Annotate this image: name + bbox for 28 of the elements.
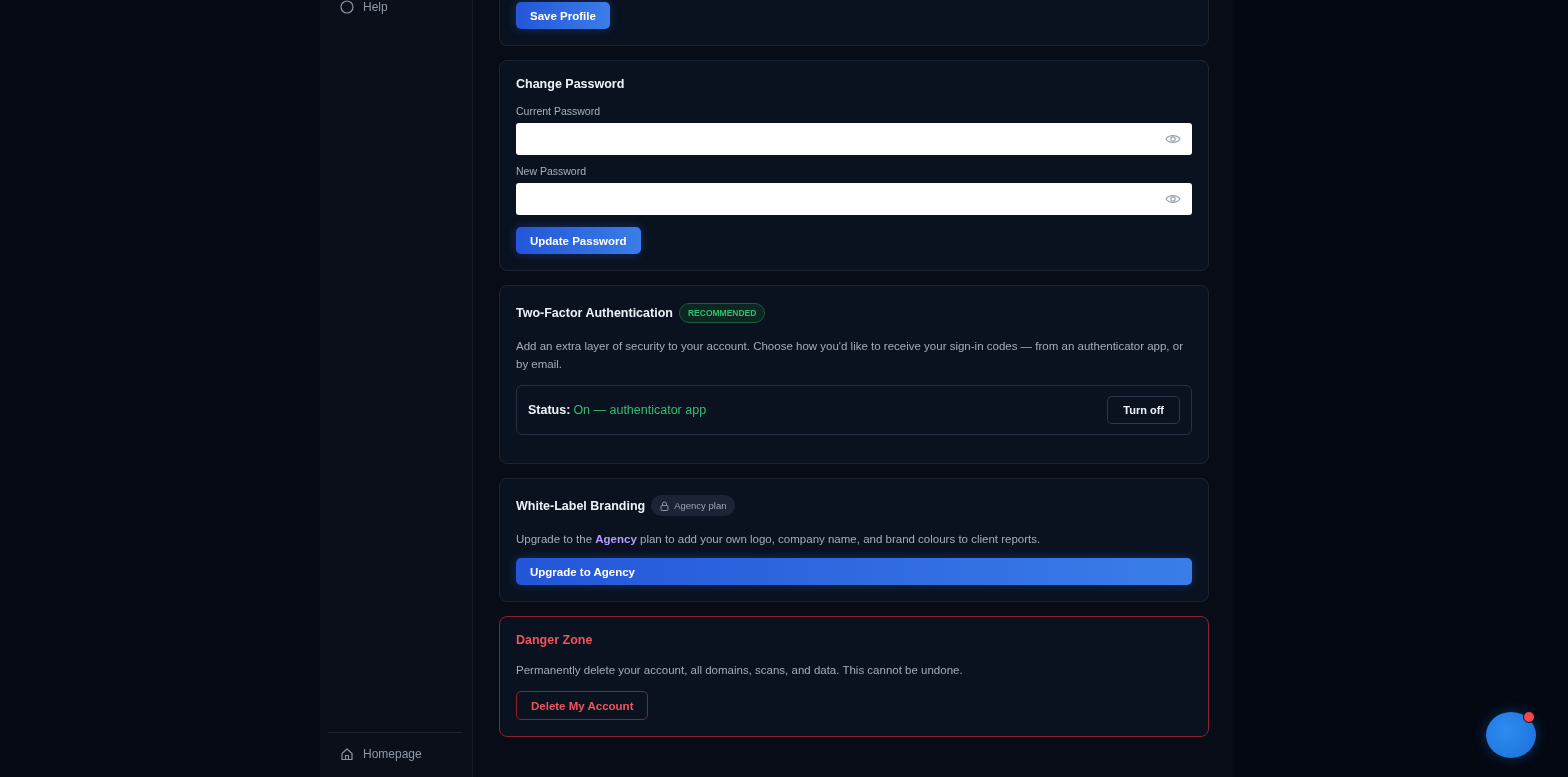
status-label: Status: xyxy=(528,403,571,417)
lock-icon xyxy=(660,500,670,511)
status-value: On — authenticator app xyxy=(573,403,708,417)
save-profile-button[interactable]: Save Profile xyxy=(516,2,610,29)
card-title: White-Label Branding xyxy=(516,498,646,513)
help-icon xyxy=(340,0,354,14)
home-icon xyxy=(340,747,354,761)
field-label: New Password xyxy=(516,165,588,177)
card-title: Two-Factor Authentication xyxy=(516,306,673,320)
recommended-badge: RECOMMENDED xyxy=(678,303,766,323)
sidebar-item[interactable]: Help xyxy=(340,0,472,14)
description-text: Upgrade to the Agency plan to add your own logo, company name, and brand colours to client reports. xyxy=(516,532,1042,547)
eye-icon[interactable] xyxy=(1165,193,1181,205)
description-text: Permanently delete your account, all domains, scans, and data. This cannot be undone. xyxy=(516,663,964,678)
password-field[interactable] xyxy=(516,183,1192,215)
chat-button[interactable] xyxy=(1486,712,1536,758)
card-title: Change Password xyxy=(516,77,626,91)
field-label: Current Password xyxy=(516,105,602,117)
card-title: Danger Zone xyxy=(516,633,594,647)
sidebar-item[interactable]: Homepage xyxy=(340,747,462,761)
delete-account-button[interactable]: Delete My Account xyxy=(516,691,649,720)
upgrade-button[interactable]: Upgrade to Agency xyxy=(516,558,1192,585)
update-password-button[interactable]: Update Password xyxy=(516,227,641,254)
eye-icon[interactable] xyxy=(1165,133,1181,145)
description-text: Add an extra layer of security to your account. Choose how you'd like to receive your sign-in codes — from an authenticator app, or by email. xyxy=(516,339,1184,372)
plan-badge: Agency plan xyxy=(651,495,736,516)
turn-off-button[interactable]: Turn off xyxy=(1107,396,1180,424)
password-field[interactable] xyxy=(516,123,1192,155)
